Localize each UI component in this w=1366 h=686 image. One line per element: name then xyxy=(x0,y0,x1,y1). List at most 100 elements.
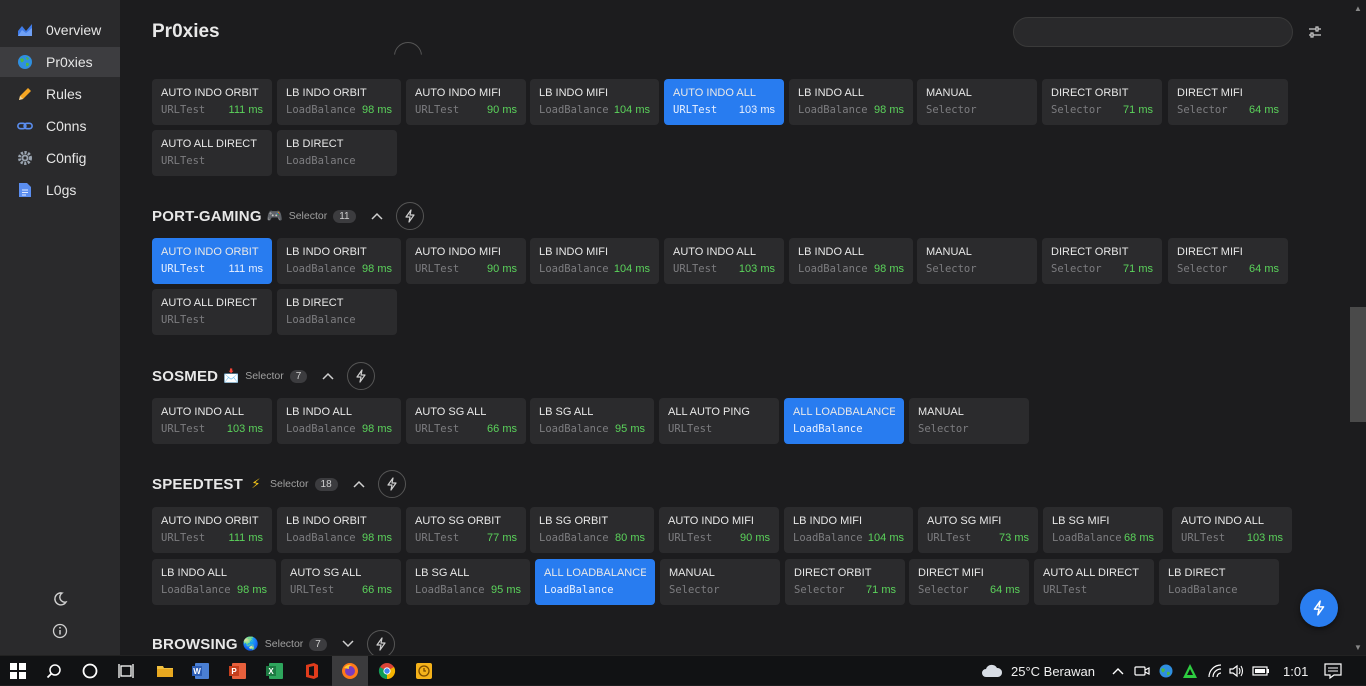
cloudy-weather-icon[interactable] xyxy=(980,661,1004,681)
proxy-card[interactable]: LB INDO MIFI LoadBalance 104 ms xyxy=(530,238,659,284)
proxy-card[interactable]: DIRECT ORBIT Selector 71 ms xyxy=(1042,238,1162,284)
proxy-name: DIRECT ORBIT xyxy=(1051,87,1129,99)
word-icon[interactable]: W xyxy=(191,661,211,681)
proxy-card[interactable]: LB DIRECT LoadBalance xyxy=(277,130,397,176)
proxy-card[interactable]: MANUAL Selector xyxy=(917,238,1037,284)
sidebar-item-connections[interactable]: C0nns xyxy=(0,111,120,141)
proxy-card[interactable]: AUTO INDO ALL URLTest 103 ms xyxy=(664,79,784,125)
speaker-icon[interactable] xyxy=(1227,661,1247,681)
proxy-card[interactable]: LB SG ALL LoadBalance 95 ms xyxy=(406,559,530,605)
vertical-scrollbar[interactable]: ▲ ▼ xyxy=(1350,0,1366,655)
meet-now-icon[interactable] xyxy=(1132,661,1152,681)
proxy-card[interactable]: LB INDO ORBIT LoadBalance 98 ms xyxy=(277,79,401,125)
test-latency-button[interactable] xyxy=(394,42,422,55)
sidebar-item-proxies[interactable]: Pr0xies xyxy=(0,47,120,77)
sidebar-item-config[interactable]: C0nfig xyxy=(0,143,120,173)
proxy-card[interactable]: AUTO INDO MIFI URLTest 90 ms xyxy=(406,238,526,284)
proxy-card[interactable]: AUTO INDO MIFI URLTest 90 ms xyxy=(659,507,779,553)
weather-text[interactable]: 25°C Berawan xyxy=(1011,664,1095,679)
green-tray-icon[interactable] xyxy=(1180,661,1200,681)
theme-toggle-moon-icon[interactable] xyxy=(50,589,70,609)
firefox-icon[interactable] xyxy=(332,656,368,686)
chevron-up-icon[interactable] xyxy=(321,369,335,383)
proxy-card[interactable]: ALL AUTO PING URLTest xyxy=(659,398,779,444)
chevron-down-icon[interactable] xyxy=(341,637,355,651)
cortana-icon[interactable] xyxy=(80,661,100,681)
proxy-card[interactable]: LB SG ALL LoadBalance 95 ms xyxy=(530,398,654,444)
test-latency-button[interactable] xyxy=(395,202,424,230)
proxy-card[interactable]: LB INDO MIFI LoadBalance 104 ms xyxy=(530,79,659,125)
windows-start-icon[interactable] xyxy=(8,661,28,681)
group-name: SPEEDTEST xyxy=(152,475,243,493)
proxy-card[interactable]: LB INDO ALL LoadBalance 98 ms xyxy=(789,79,913,125)
test-latency-button[interactable] xyxy=(366,630,395,655)
scroll-thumb[interactable] xyxy=(1350,307,1366,422)
task-view-icon[interactable] xyxy=(116,661,136,681)
proxy-card[interactable]: AUTO SG ORBIT URLTest 77 ms xyxy=(406,507,526,553)
proxy-card[interactable]: LB INDO ALL LoadBalance 98 ms xyxy=(789,238,913,284)
file-explorer-icon[interactable] xyxy=(155,661,175,681)
about-info-icon[interactable] xyxy=(50,621,70,641)
proxy-card[interactable]: LB DIRECT LoadBalance xyxy=(1159,559,1279,605)
proxy-card[interactable]: AUTO SG ALL URLTest 66 ms xyxy=(281,559,401,605)
proxy-card[interactable]: MANUAL Selector xyxy=(660,559,780,605)
settings-sliders-icon[interactable] xyxy=(1307,24,1323,40)
gamepad-icon: 🎮 xyxy=(266,208,283,223)
scroll-down-arrow-icon[interactable]: ▼ xyxy=(1354,643,1362,652)
sidebar-item-logs[interactable]: L0gs xyxy=(0,175,120,205)
proxy-card[interactable]: LB INDO ORBIT LoadBalance 98 ms xyxy=(277,238,401,284)
group-type: Selector xyxy=(288,210,328,222)
proxy-card[interactable]: DIRECT MIFI Selector 64 ms xyxy=(909,559,1029,605)
proxy-card[interactable]: AUTO INDO MIFI URLTest 90 ms xyxy=(406,79,526,125)
proxy-card[interactable]: LB INDO MIFI LoadBalance 104 ms xyxy=(784,507,913,553)
clock-time[interactable]: 1:01 xyxy=(1283,664,1308,679)
test-latency-button[interactable] xyxy=(347,362,376,390)
excel-icon[interactable]: X xyxy=(265,661,285,681)
proxy-card[interactable]: AUTO INDO ALL URLTest 103 ms xyxy=(1172,507,1292,553)
proxy-type: LoadBalance xyxy=(1052,532,1122,544)
chevron-up-icon[interactable] xyxy=(1108,661,1128,681)
proxy-card[interactable]: AUTO SG MIFI URLTest 73 ms xyxy=(918,507,1038,553)
proxy-card[interactable]: AUTO INDO ORBIT URLTest 111 ms xyxy=(152,238,272,284)
sidebar-item-overview[interactable]: 0verview xyxy=(0,15,120,45)
proxy-card[interactable]: ALL LOADBALANCE LoadBalance xyxy=(535,559,655,605)
proxy-card[interactable]: DIRECT MIFI Selector 64 ms xyxy=(1168,79,1288,125)
proxy-card[interactable]: LB DIRECT LoadBalance xyxy=(277,289,397,335)
proxy-card[interactable]: AUTO INDO ALL URLTest 103 ms xyxy=(152,398,272,444)
proxy-card[interactable]: ALL LOADBALANCE LoadBalance xyxy=(784,398,904,444)
clash-tray-icon[interactable] xyxy=(1156,661,1176,681)
proxy-card[interactable]: MANUAL Selector xyxy=(917,79,1037,125)
powerpoint-icon[interactable]: P xyxy=(228,661,248,681)
proxy-card[interactable]: MANUAL Selector xyxy=(909,398,1029,444)
test-latency-button[interactable] xyxy=(377,470,406,498)
proxy-card[interactable]: LB SG MIFI LoadBalance 68 ms xyxy=(1043,507,1163,553)
clock-app-icon[interactable] xyxy=(414,661,434,681)
proxy-card[interactable]: LB INDO ALL LoadBalance 98 ms xyxy=(152,559,276,605)
search-icon[interactable] xyxy=(44,661,64,681)
proxy-card[interactable]: AUTO SG ALL URLTest 66 ms xyxy=(406,398,526,444)
wifi-icon[interactable] xyxy=(1205,661,1225,681)
proxy-card[interactable]: AUTO INDO ORBIT URLTest 111 ms xyxy=(152,79,272,125)
chevron-up-icon[interactable] xyxy=(352,477,366,491)
chevron-up-icon[interactable] xyxy=(370,209,384,223)
proxy-card[interactable]: AUTO ALL DIRECT URLTest xyxy=(1034,559,1154,605)
proxy-card[interactable]: LB SG ORBIT LoadBalance 80 ms xyxy=(530,507,654,553)
proxy-card[interactable]: AUTO ALL DIRECT URLTest xyxy=(152,289,272,335)
search-input[interactable] xyxy=(1013,17,1293,47)
proxy-card[interactable]: LB INDO ALL LoadBalance 98 ms xyxy=(277,398,401,444)
battery-icon[interactable] xyxy=(1251,661,1271,681)
office-icon[interactable] xyxy=(302,661,322,681)
proxy-card[interactable]: DIRECT MIFI Selector 64 ms xyxy=(1168,238,1288,284)
proxy-card[interactable]: AUTO ALL DIRECT URLTest xyxy=(152,130,272,176)
sidebar-item-rules[interactable]: Rules xyxy=(0,79,120,109)
notifications-icon[interactable] xyxy=(1323,661,1343,681)
proxy-card[interactable]: AUTO INDO ALL URLTest 103 ms xyxy=(664,238,784,284)
test-all-latency-button[interactable] xyxy=(1300,589,1338,627)
scroll-up-arrow-icon[interactable]: ▲ xyxy=(1354,4,1362,13)
chrome-icon[interactable] xyxy=(377,661,397,681)
proxy-type: URLTest xyxy=(415,104,460,116)
proxy-card[interactable]: DIRECT ORBIT Selector 71 ms xyxy=(1042,79,1162,125)
proxy-card[interactable]: AUTO INDO ORBIT URLTest 111 ms xyxy=(152,507,272,553)
proxy-card[interactable]: LB INDO ORBIT LoadBalance 98 ms xyxy=(277,507,401,553)
proxy-card[interactable]: DIRECT ORBIT Selector 71 ms xyxy=(785,559,905,605)
